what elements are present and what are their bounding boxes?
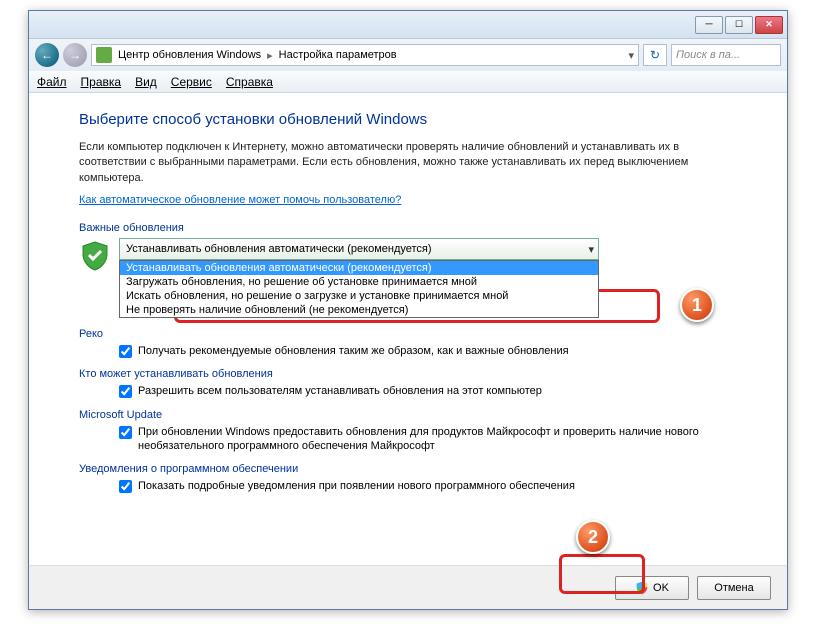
- checkbox-recommended-same-way[interactable]: [119, 345, 132, 358]
- menu-tools[interactable]: Сервис: [171, 75, 212, 89]
- checkbox-label: Разрешить всем пользователям устанавлива…: [138, 384, 542, 398]
- section-recommended: Реко: [79, 328, 737, 340]
- uac-shield-icon: [635, 581, 649, 595]
- page-title: Выберите способ установки обновлений Win…: [79, 111, 737, 128]
- menu-edit[interactable]: Правка: [81, 75, 122, 89]
- breadcrumb-dropdown-icon[interactable]: ▾: [628, 49, 634, 62]
- intro-text: Если компьютер подключен к Интернету, мо…: [79, 140, 737, 186]
- dropdown-list: Устанавливать обновления автоматически (…: [119, 260, 599, 318]
- search-input[interactable]: Поиск в па...: [671, 44, 781, 66]
- content-area: Выберите способ установки обновлений Win…: [29, 93, 787, 565]
- titlebar: [29, 11, 787, 39]
- windows-update-settings-window: ← → Центр обновления Windows ▸ Настройка…: [28, 10, 788, 610]
- menu-file[interactable]: Файл: [37, 75, 67, 89]
- menubar: Файл Правка Вид Сервис Справка: [29, 71, 787, 93]
- back-button[interactable]: ←: [35, 43, 59, 67]
- ok-button[interactable]: OK: [615, 576, 689, 600]
- windows-update-icon: [96, 47, 112, 63]
- checkbox-label: Показать подробные уведомления при появл…: [138, 479, 575, 493]
- menu-help[interactable]: Справка: [226, 75, 273, 89]
- shield-icon: [79, 240, 111, 272]
- dropdown-option[interactable]: Устанавливать обновления автоматически (…: [120, 261, 598, 275]
- section-software-notifications: Уведомления о программном обеспечении: [79, 463, 737, 475]
- section-who-installs: Кто может устанавливать обновления: [79, 368, 737, 380]
- breadcrumb-item[interactable]: Настройка параметров: [279, 49, 397, 61]
- chevron-down-icon: ▾: [588, 243, 594, 256]
- checkbox-label: Получать рекомендуемые обновления таким …: [138, 344, 569, 358]
- breadcrumb-item[interactable]: Центр обновления Windows: [118, 49, 261, 61]
- checkbox-software-notifications[interactable]: [119, 480, 132, 493]
- maximize-button[interactable]: [725, 16, 753, 34]
- checkbox-allow-all-users[interactable]: [119, 385, 132, 398]
- dropdown-option[interactable]: Загружать обновления, но решение об уста…: [120, 275, 598, 289]
- help-link[interactable]: Как автоматическое обновление может помо…: [79, 194, 737, 206]
- dropdown-option[interactable]: Не проверять наличие обновлений (не реко…: [120, 303, 598, 317]
- minimize-button[interactable]: [695, 16, 723, 34]
- menu-view[interactable]: Вид: [135, 75, 157, 89]
- checkbox-microsoft-products[interactable]: [119, 426, 132, 439]
- update-mode-dropdown[interactable]: Устанавливать обновления автоматически (…: [119, 238, 599, 260]
- checkbox-label: При обновлении Windows предоставить обно…: [138, 425, 737, 454]
- refresh-button[interactable]: ↻: [643, 44, 667, 66]
- forward-button[interactable]: →: [63, 43, 87, 67]
- section-important-updates: Важные обновления: [79, 222, 737, 234]
- navigation-bar: ← → Центр обновления Windows ▸ Настройка…: [29, 39, 787, 71]
- breadcrumb-separator-icon: ▸: [267, 49, 273, 62]
- footer-bar: OK Отмена: [29, 565, 787, 609]
- dropdown-option[interactable]: Искать обновления, но решение о загрузке…: [120, 289, 598, 303]
- section-microsoft-update: Microsoft Update: [79, 409, 737, 421]
- annotation-callout: 2: [576, 520, 610, 554]
- breadcrumb[interactable]: Центр обновления Windows ▸ Настройка пар…: [91, 44, 639, 66]
- close-button[interactable]: [755, 16, 783, 34]
- annotation-callout: 1: [680, 288, 714, 322]
- cancel-button[interactable]: Отмена: [697, 576, 771, 600]
